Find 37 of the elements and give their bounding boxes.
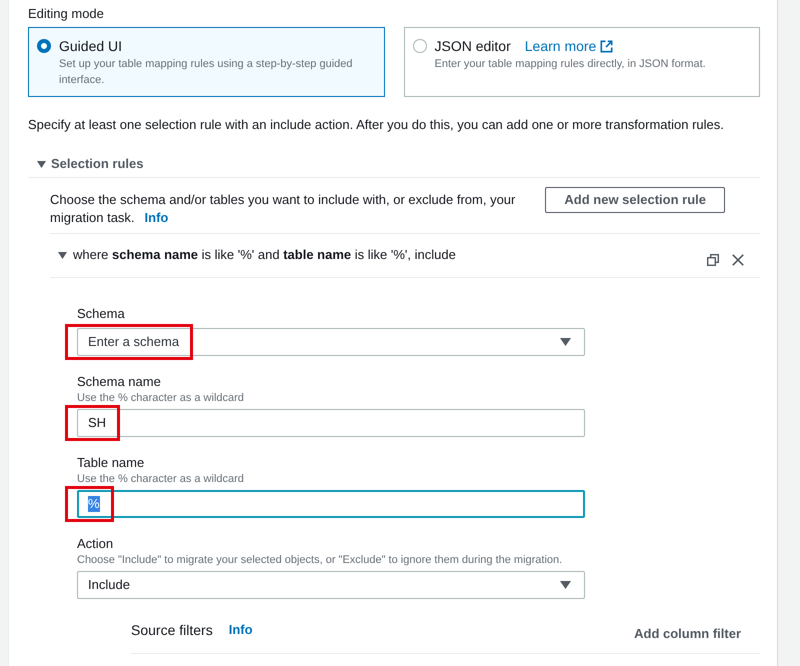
radio-button[interactable] <box>412 39 426 53</box>
dropdown-caret-icon[interactable] <box>560 581 571 589</box>
field-label: Table name <box>77 454 146 472</box>
copy-icon[interactable] <box>707 254 719 266</box>
field-label: Action <box>77 535 114 553</box>
info-link[interactable]: Info <box>144 210 168 225</box>
radio-button[interactable] <box>37 39 51 53</box>
rule-summary: where schema name is like '%' and table name is like '%', include <box>73 246 456 264</box>
info-link[interactable]: Info <box>228 620 253 640</box>
dropdown-caret-icon[interactable] <box>560 338 571 346</box>
option-description: Set up your table mapping rules using a step-by-step guided interface. <box>59 57 354 88</box>
input-field[interactable]: % <box>77 490 585 518</box>
field-label: Schema <box>77 305 126 323</box>
option-title: Guided UI <box>59 37 122 55</box>
input-field[interactable]: SH <box>77 409 585 437</box>
section-label: Editing mode <box>28 6 105 22</box>
external-link-icon <box>600 40 614 52</box>
instruction-text: Specify at least one selection rule with an include action. After you do this, you can add one or more transformation rules. <box>28 116 725 134</box>
radio-card[interactable]: JSON editor Learn more Enter your table mapping rules directly, in JSON format. <box>404 27 760 97</box>
dropdown-field[interactable]: Include <box>77 571 585 599</box>
add-column-filter-button[interactable]: Add column filter <box>634 626 741 642</box>
option-description: Enter your table mapping rules directly, in JSON format. <box>434 57 706 72</box>
caret-icon[interactable] <box>37 160 46 168</box>
section-title: Selection rules <box>51 155 144 173</box>
field-hint: Use the % character as a wildcard <box>77 472 245 486</box>
field-hint: Choose "Include" to migrate your selected objects, or "Exclude" to ignore them during the migration. <box>77 553 564 567</box>
dropdown-field[interactable]: Enter a schema <box>77 328 585 356</box>
close-icon[interactable] <box>732 254 744 266</box>
caret-icon[interactable] <box>58 252 67 258</box>
field-hint: Use the % character as a wildcard <box>77 391 245 405</box>
option-title: JSON editor <box>434 37 511 55</box>
subsection-title: Source filters <box>131 621 213 640</box>
field-label: Schema name <box>77 373 162 391</box>
section-description: Choose the schema and/or tables you want to include with, or exclude from, your migration task. Info <box>50 191 516 227</box>
add-selection-rule-button[interactable]: Add new selection rule <box>545 187 725 213</box>
radio-card[interactable]: Guided UI Set up your table mapping rules using a step-by-step guided interface. <box>28 27 384 97</box>
learn-more-link[interactable]: Learn more <box>524 37 614 55</box>
